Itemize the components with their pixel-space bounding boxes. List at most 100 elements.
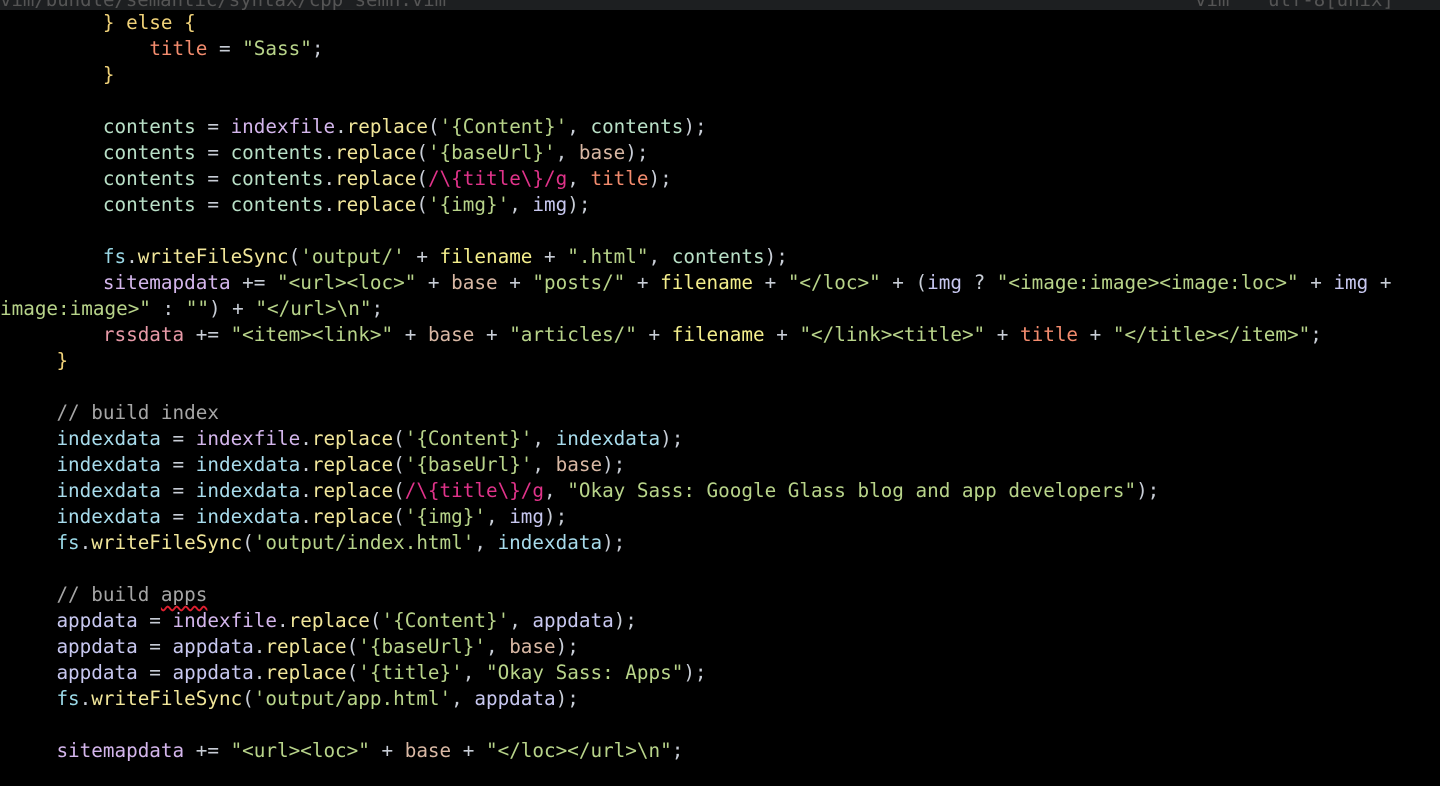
code-token: ); (625, 141, 649, 164)
code-token: 'output/index.html' (253, 531, 475, 554)
code-token: writeFileSync (91, 687, 243, 710)
code-token: = (195, 141, 231, 164)
code-token: // build index (56, 401, 219, 424)
code-token: '{Content}' (381, 609, 510, 632)
code-token: + (532, 245, 568, 268)
code-token: '{baseUrl}' (427, 141, 556, 164)
code-line[interactable]: indexdata = indexdata.replace(/\{title\}… (10, 478, 1440, 504)
code-line[interactable]: fs.writeFileSync('output/' + filename + … (10, 244, 1440, 270)
code-token: ( (393, 427, 405, 450)
code-token: . (300, 453, 312, 476)
code-token: contents (102, 115, 196, 138)
code-token: ); (764, 245, 788, 268)
code-token: ); (602, 453, 626, 476)
code-line[interactable] (10, 88, 1440, 114)
code-token: base (578, 141, 626, 164)
code-line[interactable]: } (10, 348, 1440, 374)
code-token: indexdata (555, 427, 661, 450)
code-line[interactable]: indexdata = indexfile.replace('{Content}… (10, 426, 1440, 452)
code-line[interactable] (10, 556, 1440, 582)
code-token: . (253, 635, 266, 658)
code-token: ".html" (567, 245, 649, 268)
code-line[interactable]: indexdata = indexdata.replace('{img}', i… (10, 504, 1440, 530)
code-token: + (474, 323, 510, 346)
code-token: appdata (532, 609, 614, 632)
code-line[interactable]: rssdata += "<item><link>" + base + "arti… (10, 322, 1440, 348)
code-line[interactable] (10, 374, 1440, 400)
code-token: = (137, 661, 173, 684)
code-line[interactable]: fs.writeFileSync('output/index.html', in… (10, 530, 1440, 556)
code-token: "<url><loc>" (277, 271, 417, 294)
code-token: + (369, 739, 405, 762)
code-token: appdata (56, 635, 138, 658)
code-token: title (590, 167, 649, 190)
code-token: += (230, 271, 278, 294)
code-token: contents (590, 115, 684, 138)
code-token: , (532, 453, 556, 476)
code-line[interactable]: // build apps (10, 582, 1440, 608)
code-token: indexdata (56, 479, 161, 502)
code-line[interactable]: fs.writeFileSync('output/app.html', appd… (10, 686, 1440, 712)
code-token: ( (346, 635, 359, 658)
code-line[interactable]: } (10, 62, 1440, 88)
code-line[interactable]: // build index (10, 400, 1440, 426)
code-token: + (764, 323, 800, 346)
code-token: = (137, 635, 173, 658)
code-token: base (555, 453, 603, 476)
code-line[interactable] (10, 712, 1440, 738)
code-token: title (1020, 323, 1079, 346)
code-line[interactable]: appdata = appdata.replace('{baseUrl}', b… (10, 634, 1440, 660)
code-token: "Sass" (242, 37, 312, 60)
code-token: . (277, 609, 289, 632)
code-line[interactable]: sitemapdata += "<url><loc>" + base + "po… (10, 270, 1440, 296)
code-token: indexfile (172, 609, 278, 632)
code-token: + (1368, 271, 1404, 294)
code-token: ( (393, 505, 405, 528)
code-token: , (485, 635, 510, 658)
code-token: . (323, 141, 336, 164)
code-line[interactable]: indexdata = indexdata.replace('{baseUrl}… (10, 452, 1440, 478)
code-token: = (160, 505, 196, 528)
code-token: . (79, 687, 92, 710)
code-token: "Okay Sass: Google Glass blog and app de… (567, 479, 1137, 502)
code-token: indexdata (195, 479, 301, 502)
code-line[interactable]: title = "Sass"; (10, 36, 1440, 62)
code-token: indexdata (497, 531, 603, 554)
code-token: contents (230, 167, 324, 190)
code-token: "" (185, 297, 209, 320)
code-token: , (567, 115, 591, 138)
code-line[interactable] (10, 218, 1440, 244)
code-token: replace (311, 453, 394, 476)
code-token: , (462, 661, 486, 684)
code-line[interactable]: contents = contents.replace('{img}', img… (10, 192, 1440, 218)
code-token: . (300, 427, 312, 450)
code-line-wrapped[interactable]: image:image>" : "") + "</url>\n"; (0, 296, 1440, 322)
code-token: + (1078, 323, 1113, 346)
code-token: else (114, 11, 185, 34)
code-token: ); (660, 427, 684, 450)
code-line[interactable]: appdata = indexfile.replace('{Content}',… (10, 608, 1440, 634)
code-token: writeFileSync (91, 531, 243, 554)
code-token: , (509, 609, 533, 632)
code-line[interactable]: contents = contents.replace('{baseUrl}',… (10, 140, 1440, 166)
code-token: indexfile (230, 115, 336, 138)
code-token: + (497, 271, 533, 294)
code-line[interactable]: } else { (10, 10, 1440, 36)
code-editor-buffer[interactable]: } else { title = "Sass"; } contents = in… (0, 10, 1440, 764)
code-token: ; (671, 739, 684, 762)
code-token: ( (416, 193, 428, 216)
code-line[interactable]: contents = contents.replace(/\{title\}/g… (10, 166, 1440, 192)
code-line[interactable]: appdata = appdata.replace('{title}', "Ok… (10, 660, 1440, 686)
code-line[interactable]: sitemapdata += "<url><loc>" + base + "</… (10, 738, 1440, 764)
code-token: contents (102, 193, 196, 216)
code-token: img (532, 193, 568, 216)
code-line[interactable]: contents = indexfile.replace('{Content}'… (10, 114, 1440, 140)
code-token: ( (288, 245, 301, 268)
